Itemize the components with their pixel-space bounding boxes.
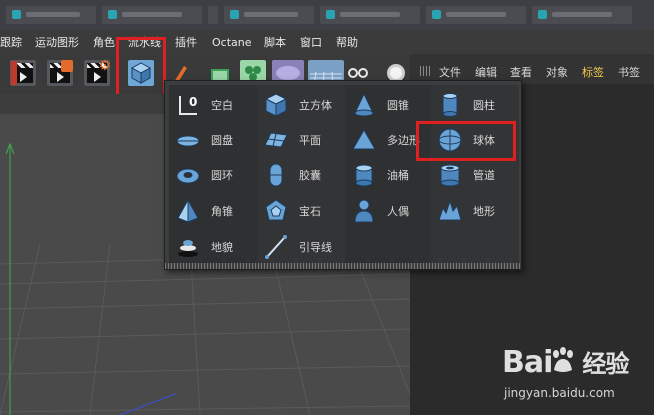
menu-item-label: 管道 [473,169,495,182]
relief-icon [438,199,462,221]
menu-track[interactable]: 跟踪 [0,35,22,50]
oil-tank-icon [355,164,373,187]
menu-item-tube[interactable]: 管道 [431,159,515,189]
figure-icon [354,199,374,223]
menu-item-landscape[interactable]: 地貌 [169,231,253,261]
render-view-button[interactable] [10,60,36,86]
disc-icon [176,135,200,147]
tab-edit[interactable]: 编辑 [475,64,497,80]
menu-mograph[interactable]: 运动图形 [35,35,79,50]
menu-item-label: 平面 [299,134,321,147]
menu-item-oil-tank[interactable]: 油桶 [345,159,429,189]
menu-item-label: 地形 [473,205,495,218]
menu-item-platonic[interactable]: 宝石 [257,195,341,225]
drag-handle-icon[interactable] [420,66,432,76]
menu-item-cube[interactable]: 立方体 [257,89,341,119]
baidu-jingyan-watermark: Bai 经验 jingyan.baidu.com [498,344,648,408]
menu-item-label: 立方体 [299,99,332,112]
window-tab[interactable] [208,6,218,24]
menu-item-label: 人偶 [387,205,409,218]
menu-item-figure[interactable]: 人偶 [345,195,429,225]
menu-item-guide[interactable]: 引导线 [257,231,341,261]
tab-bookmarks[interactable]: 书签 [618,64,640,80]
clapper-gear-icon: ⚙ [87,59,111,83]
menu-item-label: 胶囊 [299,169,321,182]
window-tab[interactable] [320,6,420,24]
window-tab[interactable] [102,6,202,24]
window-tab[interactable] [224,6,314,24]
menu-item-disc[interactable]: 圆盘 [169,124,253,154]
render-picture-viewer-button[interactable] [47,60,73,86]
tab-file[interactable]: 文件 [439,64,461,80]
menu-item-label: 圆盘 [211,134,233,147]
tab-tags[interactable]: 标签 [582,64,604,80]
svg-text:0: 0 [189,95,197,109]
clapper-icon [11,61,33,85]
plane-icon [264,132,288,148]
null-object-icon: 0 [179,95,197,115]
cube-icon [264,93,288,117]
menu-resize-grip[interactable] [165,263,521,269]
panel-tabs: 文件 编辑 查看 对象 标签 书签 [410,60,654,82]
menu-item-null[interactable]: 0 空白 [169,89,253,119]
menu-character[interactable]: 角色 [93,35,115,50]
menu-item-label: 宝石 [299,205,321,218]
menu-item-cone[interactable]: 圆锥 [345,89,429,119]
cylinder-icon [442,93,458,117]
cone-icon [354,92,374,117]
menu-item-relief[interactable]: 地形 [431,195,515,225]
menu-item-capsule[interactable]: 胶囊 [257,159,341,189]
menu-item-torus[interactable]: 圆环 [169,159,253,189]
render-settings-button[interactable]: ⚙ [84,59,111,86]
tube-icon [440,164,460,187]
menu-item-label: 油桶 [387,169,409,182]
pyramid-icon [177,198,199,223]
polygon-icon [352,129,376,150]
tab-object[interactable]: 对象 [546,64,568,80]
menu-item-label: 角锥 [211,205,233,218]
watermark-url: jingyan.baidu.com [504,386,615,400]
menu-item-plane[interactable]: 平面 [257,124,341,154]
guide-icon [265,235,287,259]
menu-item-label: 圆环 [211,169,233,182]
menu-item-cylinder[interactable]: 圆柱 [431,89,515,119]
menu-item-label: 圆锥 [387,99,409,112]
menu-bar: 跟踪 运动图形 角色 流水线 插件 Octane 脚本 窗口 帮助 [0,30,654,54]
highlight-box [416,121,516,161]
menu-item-label: 地貌 [211,241,233,254]
torus-icon [176,168,200,184]
primitive-objects-menu: 0 空白 圆盘 圆环 角锥 地貌 立方体 平面 胶囊 宝石 引导线 圆锥 多边形… [164,80,522,270]
menu-window[interactable]: 窗口 [300,35,322,50]
capsule-icon [269,163,283,187]
menu-item-label: 引导线 [299,241,332,254]
tab-view[interactable]: 查看 [510,64,532,80]
platonic-icon [265,199,287,221]
menu-plugins[interactable]: 插件 [175,35,197,50]
window-tab-strip [0,0,654,30]
menu-script[interactable]: 脚本 [264,35,286,50]
window-tab[interactable] [426,6,526,24]
highlight-box [116,37,166,99]
menu-item-label: 空白 [211,99,233,112]
window-tab[interactable] [6,6,96,24]
menu-item-pyramid[interactable]: 角锥 [169,195,253,225]
paw-icon [553,347,573,372]
menu-item-label: 圆柱 [473,99,495,112]
window-tab[interactable] [532,6,632,24]
clapper-icon [50,60,73,83]
menu-help[interactable]: 帮助 [336,35,358,50]
menu-octane[interactable]: Octane [212,35,252,50]
landscape-icon [178,240,198,257]
